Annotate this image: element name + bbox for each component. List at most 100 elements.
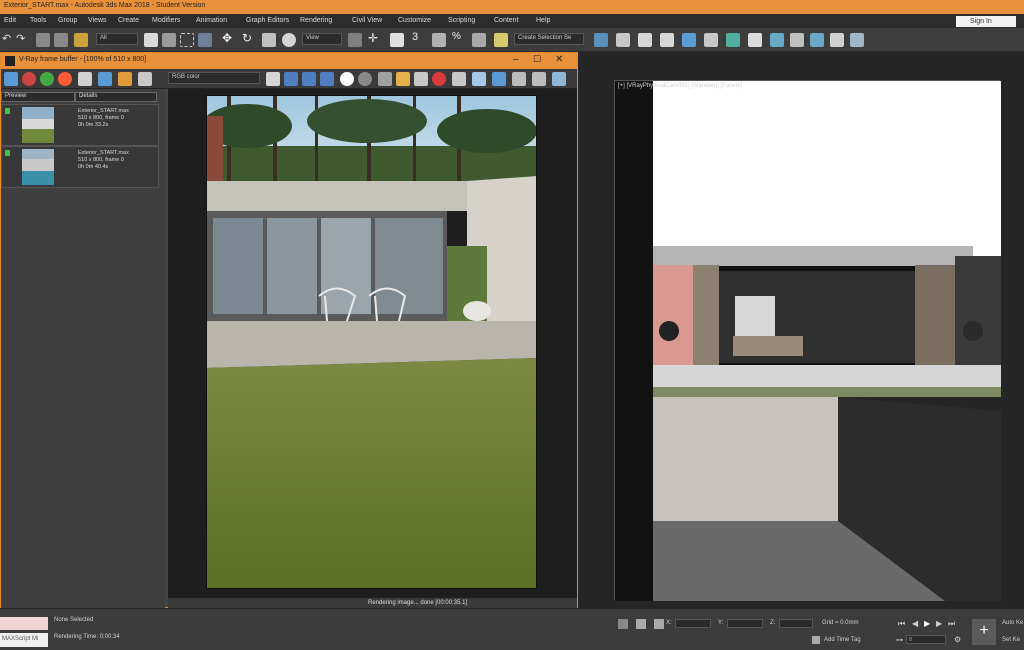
menu-tools[interactable]: Tools	[30, 17, 46, 24]
save-image-icon[interactable]	[78, 72, 92, 86]
history-item[interactable]: Exterior_START.max 510 x 800, frame 0 0h…	[1, 104, 159, 146]
link-icon[interactable]	[36, 33, 50, 47]
z-coordinate-field[interactable]	[779, 619, 813, 628]
menu-scripting[interactable]: Scripting	[448, 17, 475, 24]
angle-snap-icon[interactable]	[432, 33, 446, 47]
ribbon-toggle-icon[interactable]	[682, 33, 696, 47]
maximize-icon[interactable]: ☐	[533, 54, 541, 65]
view-green-icon[interactable]	[302, 72, 316, 86]
named-selection-set-dropdown[interactable]: Create Selection Se	[514, 33, 584, 45]
selection-region-icon[interactable]	[180, 33, 194, 47]
edit-named-selection-icon[interactable]	[494, 33, 508, 47]
channel-red-icon[interactable]	[22, 72, 36, 86]
scene-explorer-icon[interactable]	[638, 33, 652, 47]
menu-edit[interactable]: Edit	[4, 17, 16, 24]
reference-coordinate-dropdown[interactable]: View	[302, 33, 342, 45]
time-tag-icon[interactable]	[812, 636, 820, 644]
select-by-name-icon[interactable]	[162, 33, 176, 47]
previous-frame-icon[interactable]: ◀	[912, 619, 918, 628]
time-config-icon[interactable]: ⚙	[954, 635, 961, 644]
select-object-icon[interactable]	[144, 33, 158, 47]
percent-snap-icon[interactable]: %	[452, 31, 466, 45]
vray-render-icon[interactable]	[850, 33, 864, 47]
lens-effects-icon[interactable]	[492, 72, 506, 86]
selection-filter-dropdown[interactable]: All	[96, 33, 138, 45]
render-iterative-icon[interactable]	[830, 33, 844, 47]
rotate-icon[interactable]: ↻	[242, 31, 256, 45]
stereo-icon[interactable]	[512, 72, 526, 86]
channel-green-icon[interactable]	[40, 72, 54, 86]
select-manipulate-icon[interactable]: ✛	[368, 31, 382, 45]
viewport-label[interactable]: [+] [VRayPhysicalCam001] [Standard] [Fac…	[618, 83, 742, 89]
next-frame-icon[interactable]: ▶	[936, 619, 942, 628]
key-mode-icon[interactable]: ⊶	[896, 636, 903, 644]
menu-graph-editors[interactable]: Graph Editors	[246, 17, 289, 24]
rendered-frame-window-icon[interactable]	[790, 33, 804, 47]
menu-group[interactable]: Group	[58, 17, 77, 24]
view-blue-icon[interactable]	[320, 72, 334, 86]
region-render-icon[interactable]	[396, 72, 410, 86]
menu-content[interactable]: Content	[494, 17, 519, 24]
absolute-mode-icon[interactable]	[654, 619, 664, 629]
menu-modifiers[interactable]: Modifiers	[152, 17, 180, 24]
menu-create[interactable]: Create	[118, 17, 139, 24]
pivot-center-icon[interactable]	[348, 33, 362, 47]
schematic-view-icon[interactable]	[726, 33, 740, 47]
duplicate-icon[interactable]	[138, 72, 152, 86]
render-setup-icon[interactable]	[770, 33, 784, 47]
current-frame-field[interactable]: 0	[906, 635, 946, 644]
channel-dropdown[interactable]: RGB color	[168, 72, 260, 84]
curve-editor-icon[interactable]	[704, 33, 718, 47]
move-icon[interactable]: ✥	[222, 31, 236, 45]
menu-animation[interactable]: Animation	[196, 17, 227, 24]
goto-start-icon[interactable]: ⏮	[898, 619, 905, 629]
add-time-tag[interactable]: Add Time Tag	[824, 637, 861, 643]
material-editor-icon[interactable]	[748, 33, 762, 47]
link-viewport-icon[interactable]	[414, 72, 428, 86]
menu-civil-view[interactable]: Civil View	[352, 17, 382, 24]
menu-views[interactable]: Views	[88, 17, 107, 24]
auto-key-button[interactable]: Auto Ke	[1002, 620, 1023, 626]
track-mouse-icon[interactable]	[378, 72, 392, 86]
minimize-icon[interactable]: –	[513, 54, 519, 65]
view-red-icon[interactable]	[284, 72, 298, 86]
interactive-render-icon[interactable]	[452, 72, 466, 86]
placement-icon[interactable]	[282, 33, 296, 47]
maxscript-listener[interactable]: MAXScript Mi	[0, 633, 48, 647]
window-crossing-icon[interactable]	[198, 33, 212, 47]
history-icon[interactable]	[266, 72, 280, 86]
bind-space-warp-icon[interactable]	[74, 33, 88, 47]
stop-render-icon[interactable]	[472, 72, 486, 86]
color-correction-icon[interactable]	[532, 72, 546, 86]
snaps-toggle-icon[interactable]: 3	[412, 31, 426, 45]
menu-customize[interactable]: Customize	[398, 17, 431, 24]
mono-icon[interactable]	[358, 72, 372, 86]
scale-icon[interactable]	[262, 33, 276, 47]
play-icon[interactable]: ▶	[924, 619, 930, 628]
goto-end-icon[interactable]: ⏭	[948, 619, 955, 629]
load-image-icon[interactable]	[98, 72, 112, 86]
align-icon[interactable]	[616, 33, 630, 47]
view-alpha-icon[interactable]	[340, 72, 354, 86]
menu-help[interactable]: Help	[536, 17, 550, 24]
x-coordinate-field[interactable]	[675, 619, 711, 628]
mirror-icon[interactable]	[594, 33, 608, 47]
sign-in-button[interactable]: Sign In	[956, 16, 1016, 27]
clear-image-icon[interactable]	[118, 72, 132, 86]
spinner-snap-icon[interactable]	[472, 33, 486, 47]
render-production-icon[interactable]	[810, 33, 824, 47]
history-item[interactable]: Exterior_START.max 510 x 800, frame 0 0h…	[1, 146, 159, 188]
pixel-info-icon[interactable]	[552, 72, 566, 86]
channel-list-icon[interactable]	[4, 72, 18, 86]
channel-blue-icon[interactable]	[58, 72, 72, 86]
render-last-icon[interactable]	[432, 72, 446, 86]
set-key-button[interactable]: Set Ke	[1002, 637, 1020, 643]
add-button[interactable]: +	[972, 619, 996, 645]
selection-lock-icon[interactable]	[636, 619, 646, 629]
y-coordinate-field[interactable]	[727, 619, 763, 628]
layer-explorer-icon[interactable]	[660, 33, 674, 47]
vfb-title-bar[interactable]: V-Ray frame buffer - [100% of 510 x 800]…	[1, 53, 577, 69]
redo-icon[interactable]: ↷	[16, 32, 30, 46]
keyboard-shortcut-icon[interactable]	[390, 33, 404, 47]
close-icon[interactable]: ✕	[555, 54, 563, 65]
